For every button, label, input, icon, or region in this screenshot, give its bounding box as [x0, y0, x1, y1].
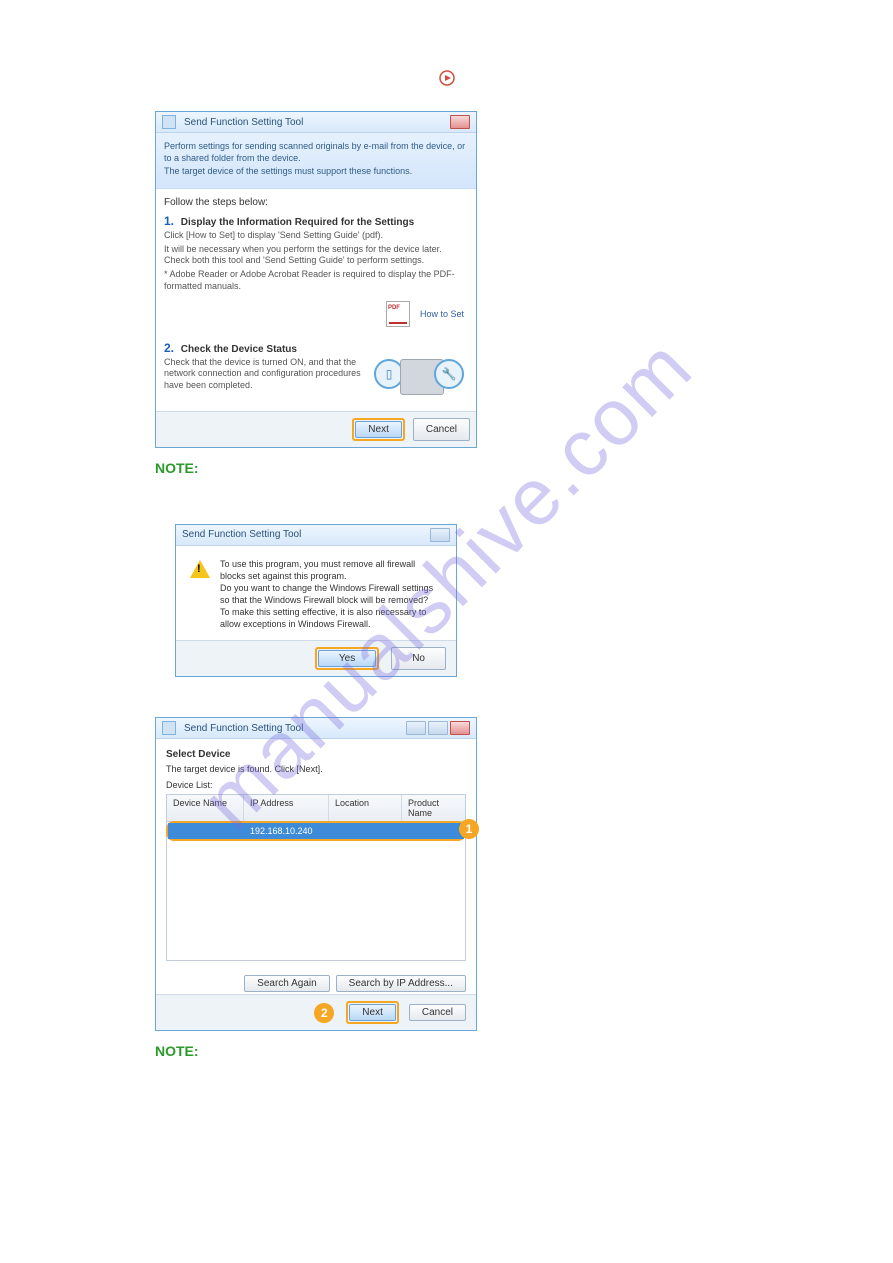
- app-icon: [162, 115, 176, 129]
- firewall-line-3: To make this setting effective, it is al…: [220, 606, 442, 630]
- step-1-number: 1.: [164, 214, 174, 228]
- device-list: Device Name IP Address Location Product …: [166, 794, 466, 961]
- dialog-select-device: Send Function Setting Tool Select Device…: [155, 717, 477, 1031]
- select-device-subtext: The target device is found. Click [Next]…: [166, 764, 466, 774]
- col-ip-address[interactable]: IP Address: [244, 795, 329, 821]
- cancel-button[interactable]: Cancel: [413, 418, 470, 441]
- step-1-line-3: * Adobe Reader or Adobe Acrobat Reader i…: [164, 269, 468, 292]
- play-icon-row: [0, 70, 893, 91]
- col-product-name[interactable]: Product Name: [402, 795, 465, 821]
- step-1-line-1: Click [How to Set] to display 'Send Sett…: [164, 230, 468, 242]
- device-row-product: [400, 823, 464, 839]
- device-row[interactable]: 192.168.10.240: [168, 823, 464, 839]
- device-row-highlight: 192.168.10.240: [166, 821, 466, 841]
- dialog-intro-panel: Perform settings for sending scanned ori…: [156, 133, 476, 189]
- device-row-location: [328, 823, 400, 839]
- device-graphic: ▯ 🔧: [380, 359, 464, 395]
- device-list-header: Device Name IP Address Location Product …: [167, 795, 465, 822]
- yes-button[interactable]: Yes: [318, 650, 376, 667]
- next-button-highlight: Next: [346, 1001, 399, 1024]
- step-2-body: Check that the device is turned ON, and …: [164, 357, 380, 392]
- dialog-title: Send Function Setting Tool: [184, 723, 303, 734]
- wrench-icon: 🔧: [434, 359, 464, 389]
- device-list-label: Device List:: [166, 780, 466, 790]
- step-2-number: 2.: [164, 341, 174, 355]
- dialog-send-function-intro: Send Function Setting Tool Perform setti…: [155, 111, 477, 448]
- callout-badge-2: 2: [314, 1003, 334, 1023]
- close-icon[interactable]: [450, 721, 470, 735]
- titlebar: Send Function Setting Tool: [156, 112, 476, 133]
- next-button-highlight: Next: [352, 418, 405, 441]
- dialog-footer: Next Cancel: [156, 411, 476, 447]
- firewall-line-2: Do you want to change the Windows Firewa…: [220, 582, 442, 606]
- device-row-name: [168, 823, 244, 839]
- col-location[interactable]: Location: [329, 795, 402, 821]
- warning-icon: [190, 558, 210, 578]
- select-device-heading: Select Device: [166, 749, 466, 760]
- dialog-title: Send Function Setting Tool: [182, 529, 301, 540]
- app-icon: [162, 721, 176, 735]
- close-icon[interactable]: [450, 115, 470, 129]
- firewall-line-1: To use this program, you must remove all…: [220, 558, 442, 582]
- yes-button-highlight: Yes: [315, 647, 379, 670]
- device-list-empty-area: [167, 840, 465, 960]
- play-icon: [439, 70, 455, 86]
- dialog-title: Send Function Setting Tool: [184, 117, 303, 128]
- dialog-firewall-prompt: Send Function Setting Tool To use this p…: [175, 524, 457, 678]
- note-label-2: NOTE:: [155, 1043, 735, 1059]
- close-icon[interactable]: [430, 528, 450, 542]
- next-button[interactable]: Next: [355, 421, 402, 438]
- step-1-line-2: It will be necessary when you perform th…: [164, 244, 468, 267]
- window-buttons: [450, 115, 470, 129]
- search-again-button[interactable]: Search Again: [244, 975, 330, 992]
- callout-badge-1: 1: [459, 819, 479, 839]
- titlebar: Send Function Setting Tool: [176, 525, 456, 546]
- intro-line-1: Perform settings for sending scanned ori…: [164, 141, 468, 164]
- device-row-ip: 192.168.10.240: [244, 823, 328, 839]
- pdf-icon: [386, 301, 410, 327]
- maximize-icon[interactable]: [428, 721, 448, 735]
- no-button[interactable]: No: [391, 647, 446, 670]
- titlebar: Send Function Setting Tool: [156, 718, 476, 739]
- cancel-button[interactable]: Cancel: [409, 1004, 466, 1021]
- step-2-title: Check the Device Status: [181, 344, 297, 355]
- minimize-icon[interactable]: [406, 721, 426, 735]
- step-1-title: Display the Information Required for the…: [181, 217, 414, 228]
- col-device-name[interactable]: Device Name: [167, 795, 244, 821]
- how-to-set-link[interactable]: How to Set: [420, 309, 464, 319]
- search-by-ip-button[interactable]: Search by IP Address...: [336, 975, 466, 992]
- intro-line-2: The target device of the settings must s…: [164, 166, 468, 178]
- follow-steps-label: Follow the steps below:: [164, 197, 468, 208]
- note-label-1: NOTE:: [155, 460, 735, 476]
- next-button[interactable]: Next: [349, 1004, 396, 1021]
